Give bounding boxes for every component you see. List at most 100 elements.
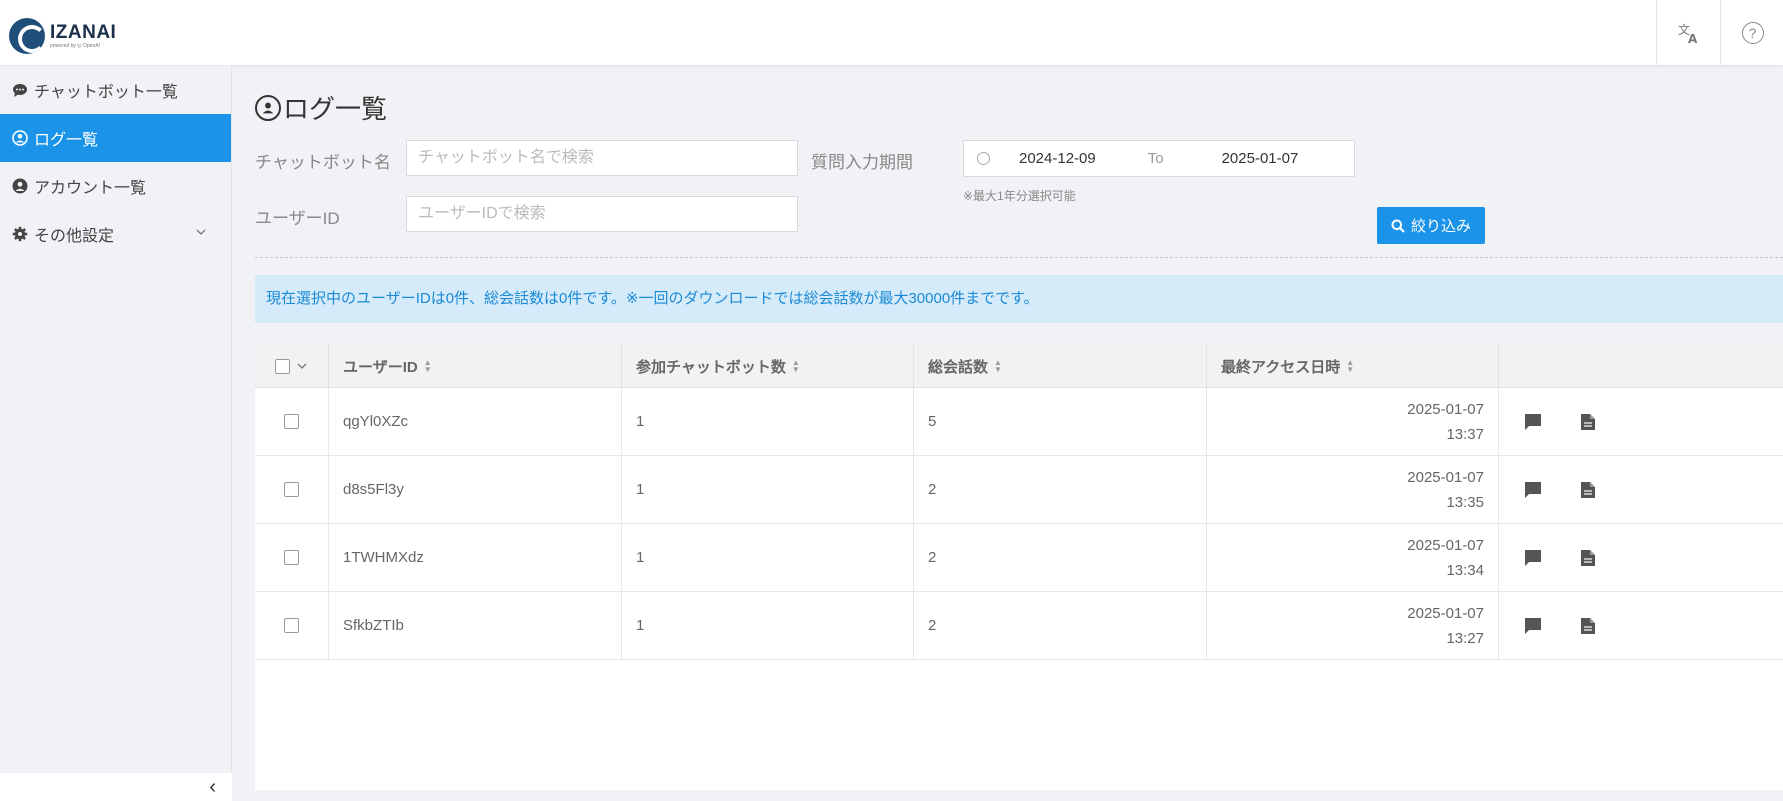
conversation-icon[interactable] [1523,548,1543,568]
row-checkbox[interactable] [284,482,299,497]
table-row[interactable]: 1TWHMXdz 1 2 2025-01-07 13:34 [255,524,1783,592]
column-header-last-access[interactable]: 最終アクセス日時 ▲ ▼ [1207,345,1499,387]
column-header-label: 最終アクセス日時 [1221,358,1341,376]
actions-cell [1499,524,1783,591]
column-header-bots[interactable]: 参加チャットボット数 ▲ ▼ [622,345,914,387]
user-id-cell: qgYl0XZc [329,388,622,455]
table-row[interactable]: qgYl0XZc 1 5 2025-01-07 13:37 [255,388,1783,456]
date-to[interactable]: 2025-01-07 [1222,150,1299,167]
period-note: ※最大1年分選択可能 [963,189,1076,203]
chevron-left-icon: ‹ [209,775,216,798]
date-separator: To [1147,150,1164,167]
conversations-cell: 2 [914,456,1207,523]
sidebar-item-label: ログ一覧 [34,132,99,149]
app-logo[interactable]: IZANAI powered by ◎ OpenAI [9,18,116,54]
bots-cell: 1 [622,388,914,455]
sidebar-item-label: アカウント一覧 [34,180,147,197]
date-from[interactable]: 2024-12-09 [1019,150,1096,167]
document-icon[interactable] [1578,480,1598,500]
conversation-icon[interactable] [1523,480,1543,500]
document-icon[interactable] [1578,616,1598,636]
date-range-picker[interactable]: 2024-12-09 To 2025-01-07 [963,140,1355,177]
column-header-label: 総会話数 [928,358,989,376]
last-access-cell: 2025-01-07 13:34 [1207,524,1499,591]
app-tagline: powered by ◎ OpenAI [50,43,100,49]
top-bar: IZANAI powered by ◎ OpenAI 文 A ? [0,0,1783,66]
conversations-cell: 2 [914,524,1207,591]
sidebar-item-accounts[interactable]: アカウント一覧 [0,162,231,210]
actions-cell [1499,456,1783,523]
column-header-label: 参加チャットボット数 [636,358,786,376]
row-checkbox[interactable] [284,618,299,633]
help-icon: ? [1741,22,1764,44]
last-access-date: 2025-01-07 [1407,604,1484,622]
row-checkbox[interactable] [284,550,299,565]
bots-cell: 1 [622,592,914,659]
translate-button[interactable]: 文 A [1656,0,1720,66]
last-access-cell: 2025-01-07 13:37 [1207,388,1499,455]
select-all-checkbox[interactable] [275,358,290,374]
period-label: 質問入力期間 [811,153,913,172]
column-header-label: ユーザーID [343,358,418,376]
last-access-time: 13:34 [1446,561,1484,579]
sidebar-item-chatbots[interactable]: チャットボット一覧 [0,66,231,114]
last-access-cell: 2025-01-07 13:27 [1207,592,1499,659]
svg-text:A: A [1688,32,1698,45]
sort-icon[interactable]: ▲ ▼ [424,359,432,374]
user-id-cell: 1TWHMXdz [329,524,622,591]
sidebar-collapse-button[interactable]: ‹ [0,773,232,801]
user-icon [12,178,28,194]
app-name: IZANAI [50,22,117,43]
column-header-user-id[interactable]: ユーザーID ▲ ▼ [329,345,622,387]
actions-cell [1499,388,1783,455]
log-table: ユーザーID ▲ ▼ 参加チャットボット数 ▲ ▼ 総会話数 ▲ ▼ 最終アクセス日時… [255,345,1783,790]
last-access-time: 13:37 [1446,425,1484,443]
document-icon[interactable] [1578,412,1598,432]
page-title-text: ログ一覧 [283,94,388,124]
filter-button-label: 絞り込み [1410,218,1471,235]
logo-icon [9,18,45,54]
sidebar-item-logs[interactable]: ログ一覧 [0,114,231,162]
user-circle-icon [255,94,281,121]
user-circle-icon [12,130,28,146]
chevron-down-icon[interactable] [296,360,308,372]
last-access-time: 13:35 [1446,493,1484,511]
chatbot-search-input[interactable]: チャットボット名で検索 [406,140,798,176]
chatbot-name-label: チャットボット名 [255,153,391,172]
divider [255,257,1783,258]
user-id-cell: d8s5Fl3y [329,456,622,523]
sidebar-item-settings[interactable]: その他設定 [0,210,231,258]
chevron-down-icon [195,226,207,241]
user-id-label: ユーザーID [255,209,340,228]
sidebar-item-label: チャットボット一覧 [34,84,178,101]
user-id-search-input[interactable]: ユーザーIDで検索 [406,196,798,232]
row-checkbox[interactable] [284,414,299,429]
column-header-actions [1499,345,1783,387]
sort-icon[interactable]: ▲ ▼ [792,359,800,374]
last-access-date: 2025-01-07 [1407,400,1484,418]
last-access-time: 13:27 [1446,629,1484,647]
conversation-icon[interactable] [1523,616,1543,636]
select-all-cell [255,345,329,387]
user-id-cell: SfkbZTIb [329,592,622,659]
page-title: ログ一覧 [255,89,387,126]
sort-icon[interactable]: ▲ ▼ [1346,359,1354,374]
conversation-icon[interactable] [1523,412,1543,432]
sort-icon[interactable]: ▲ ▼ [994,359,1002,374]
table-row[interactable]: SfkbZTIb 1 2 2025-01-07 13:27 [255,592,1783,660]
filter-button[interactable]: 絞り込み [1377,207,1485,244]
document-icon[interactable] [1578,548,1598,568]
actions-cell [1499,592,1783,659]
clock-icon [977,152,990,165]
conversations-cell: 2 [914,592,1207,659]
table-row[interactable]: d8s5Fl3y 1 2 2025-01-07 13:35 [255,456,1783,524]
column-header-conversations[interactable]: 総会話数 ▲ ▼ [914,345,1207,387]
gear-icon [12,226,28,242]
search-icon [1391,219,1405,233]
last-access-date: 2025-01-07 [1407,536,1484,554]
translate-icon: 文 A [1678,22,1698,45]
conversations-cell: 5 [914,388,1207,455]
table-header: ユーザーID ▲ ▼ 参加チャットボット数 ▲ ▼ 総会話数 ▲ ▼ 最終アクセス日時… [255,345,1783,388]
sidebar: チャットボット一覧 ログ一覧 アカウント一覧 その他設定 ‹ [0,66,232,801]
help-button[interactable]: ? [1720,0,1783,66]
